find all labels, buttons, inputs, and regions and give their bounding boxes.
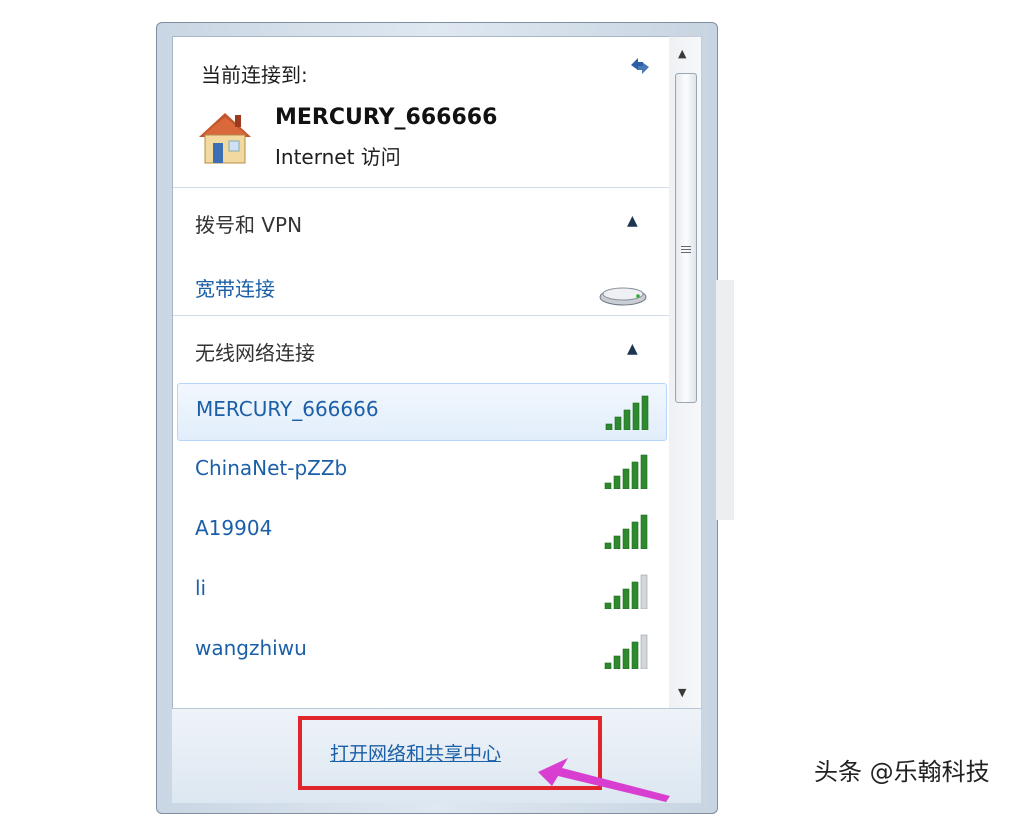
signal-bar	[604, 542, 612, 549]
wifi-network-name: wangzhiwu	[195, 636, 307, 660]
background-window-edge	[716, 280, 734, 520]
dialup-vpn-heading: 拨号和 VPN	[195, 213, 303, 237]
signal-bar	[640, 574, 648, 609]
scrollbar[interactable]: ▲ ▼	[669, 36, 702, 710]
signal-bar	[613, 595, 621, 609]
signal-bar	[640, 454, 648, 489]
collapse-dialup-chevron-icon[interactable]: ▲	[627, 213, 638, 229]
signal-bar	[631, 581, 639, 609]
signal-bar	[631, 461, 639, 489]
scrollbar-thumb[interactable]	[675, 73, 697, 403]
refresh-icon[interactable]	[627, 53, 653, 79]
signal-bar	[613, 655, 621, 669]
wireless-heading: 无线网络连接	[195, 341, 315, 365]
signal-bar	[613, 535, 621, 549]
watermark-text: 头条 @乐翰科技	[814, 758, 990, 786]
current-network-status: Internet 访问	[275, 145, 401, 169]
signal-bar	[604, 602, 612, 609]
home-network-icon	[199, 113, 251, 164]
signal-bar	[641, 395, 649, 430]
signal-bar	[604, 662, 612, 669]
signal-bar	[622, 468, 630, 489]
signal-bar	[632, 402, 640, 430]
signal-bar	[631, 641, 639, 669]
signal-strength-icon	[604, 514, 648, 549]
wifi-network-row[interactable]: ChinaNet-pZZb	[177, 443, 665, 499]
wifi-network-row[interactable]: li	[177, 563, 665, 619]
modem-icon	[599, 287, 647, 306]
signal-bar	[604, 482, 612, 489]
broadband-connection-item[interactable]: 宽带连接	[195, 273, 275, 302]
wifi-network-row[interactable]: MERCURY_666666	[177, 383, 667, 441]
wifi-network-name: ChinaNet-pZZb	[195, 456, 348, 480]
signal-bar	[623, 409, 631, 430]
scroll-down-arrow-icon[interactable]: ▼	[678, 686, 686, 699]
signal-bar	[622, 588, 630, 609]
wifi-network-name: li	[195, 576, 207, 600]
signal-bar	[640, 514, 648, 549]
network-list-panel: 当前连接到: MERCURY_666666 Internet 访问 拨号和 VP…	[172, 36, 671, 718]
wifi-network-row[interactable]: wangzhiwu	[177, 623, 665, 679]
scroll-up-arrow-icon[interactable]: ▲	[678, 47, 686, 60]
signal-bar	[605, 423, 613, 430]
signal-bar	[614, 416, 622, 430]
signal-bar	[622, 528, 630, 549]
grip-icon	[681, 244, 691, 255]
signal-strength-icon	[604, 634, 648, 669]
signal-bar	[640, 634, 648, 669]
divider	[173, 187, 670, 188]
collapse-wireless-chevron-icon[interactable]: ▲	[627, 341, 638, 357]
wifi-network-name: MERCURY_666666	[196, 397, 379, 421]
signal-bar	[613, 475, 621, 489]
signal-bar	[622, 648, 630, 669]
signal-strength-icon	[604, 574, 648, 609]
pointer-arrow-icon	[538, 758, 670, 802]
signal-strength-icon	[604, 454, 648, 489]
current-connection-heading: 当前连接到:	[201, 63, 308, 87]
signal-strength-icon	[605, 395, 649, 430]
divider	[173, 315, 670, 316]
wifi-network-row[interactable]: A19904	[177, 503, 665, 559]
signal-bar	[631, 521, 639, 549]
current-network-name: MERCURY_666666	[275, 105, 498, 130]
wifi-network-name: A19904	[195, 516, 273, 540]
